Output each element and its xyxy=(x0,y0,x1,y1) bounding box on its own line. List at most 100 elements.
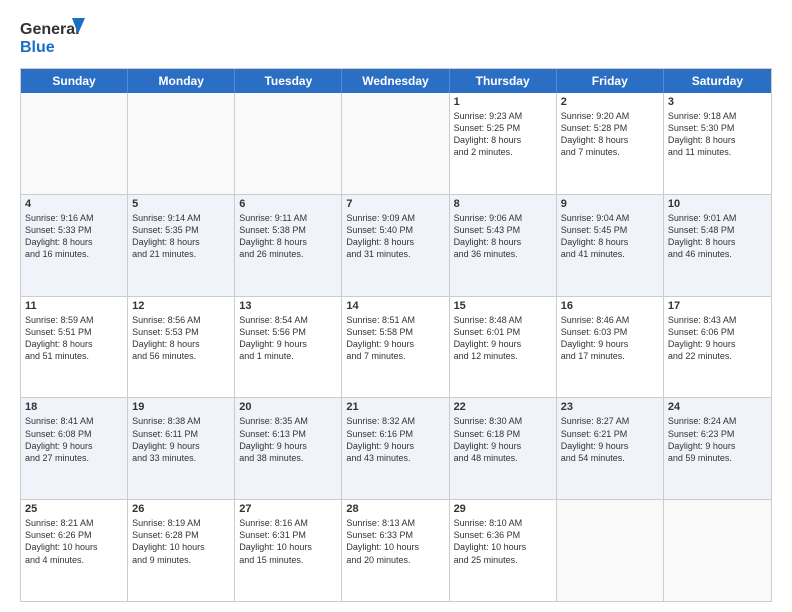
day-cell-22: 22 Sunrise: 8:30 AM Sunset: 6:18 PM Dayli… xyxy=(450,398,557,499)
day-info: Sunrise: 8:16 AM Sunset: 6:31 PM Dayligh… xyxy=(239,517,337,566)
day-cell-24: 24 Sunrise: 8:24 AM Sunset: 6:23 PM Dayli… xyxy=(664,398,771,499)
day-info: Sunrise: 8:48 AM Sunset: 6:01 PM Dayligh… xyxy=(454,314,552,363)
day-cell-10: 10Sunrise: 9:01 AM Sunset: 5:48 PM Dayli… xyxy=(664,195,771,296)
day-number: 5 xyxy=(132,198,230,210)
day-number: 9 xyxy=(561,198,659,210)
calendar-row-0: 1 Sunrise: 9:23 AM Sunset: 5:25 PM Daylig… xyxy=(21,93,771,195)
calendar: SundayMondayTuesdayWednesdayThursdayFrid… xyxy=(20,68,772,602)
day-number: 12 xyxy=(132,300,230,312)
header: GeneralBlue xyxy=(20,16,772,58)
day-cell-7: 7 Sunrise: 9:09 AM Sunset: 5:40 PM Daylig… xyxy=(342,195,449,296)
day-number: 3 xyxy=(668,96,767,108)
day-info: Sunrise: 9:20 AM Sunset: 5:28 PM Dayligh… xyxy=(561,110,659,159)
day-info: Sunrise: 8:19 AM Sunset: 6:28 PM Dayligh… xyxy=(132,517,230,566)
empty-cell xyxy=(342,93,449,194)
day-cell-11: 11 Sunrise: 8:59 AM Sunset: 5:51 PM Dayli… xyxy=(21,297,128,398)
day-number: 21 xyxy=(346,401,444,413)
day-cell-15: 15 Sunrise: 8:48 AM Sunset: 6:01 PM Dayli… xyxy=(450,297,557,398)
day-info: Sunrise: 9:14 AM Sunset: 5:35 PM Dayligh… xyxy=(132,212,230,261)
day-info: Sunrise: 8:30 AM Sunset: 6:18 PM Dayligh… xyxy=(454,415,552,464)
day-number: 8 xyxy=(454,198,552,210)
header-day-friday: Friday xyxy=(557,69,664,93)
header-day-wednesday: Wednesday xyxy=(342,69,449,93)
day-info: Sunrise: 9:01 AM Sunset: 5:48 PM Dayligh… xyxy=(668,212,767,261)
day-info: Sunrise: 9:11 AM Sunset: 5:38 PM Dayligh… xyxy=(239,212,337,261)
day-info: Sunrise: 8:27 AM Sunset: 6:21 PM Dayligh… xyxy=(561,415,659,464)
day-info: Sunrise: 8:51 AM Sunset: 5:58 PM Dayligh… xyxy=(346,314,444,363)
day-info: Sunrise: 8:10 AM Sunset: 6:36 PM Dayligh… xyxy=(454,517,552,566)
day-cell-27: 27 Sunrise: 8:16 AM Sunset: 6:31 PM Dayli… xyxy=(235,500,342,601)
day-info: Sunrise: 8:38 AM Sunset: 6:11 PM Dayligh… xyxy=(132,415,230,464)
day-info: Sunrise: 8:13 AM Sunset: 6:33 PM Dayligh… xyxy=(346,517,444,566)
day-cell-21: 21Sunrise: 8:32 AM Sunset: 6:16 PM Dayli… xyxy=(342,398,449,499)
header-day-sunday: Sunday xyxy=(21,69,128,93)
day-cell-19: 19 Sunrise: 8:38 AM Sunset: 6:11 PM Dayli… xyxy=(128,398,235,499)
day-info: Sunrise: 8:43 AM Sunset: 6:06 PM Dayligh… xyxy=(668,314,767,363)
day-number: 11 xyxy=(25,300,123,312)
day-number: 22 xyxy=(454,401,552,413)
day-number: 19 xyxy=(132,401,230,413)
day-number: 17 xyxy=(668,300,767,312)
empty-cell xyxy=(235,93,342,194)
day-number: 13 xyxy=(239,300,337,312)
day-info: Sunrise: 9:23 AM Sunset: 5:25 PM Dayligh… xyxy=(454,110,552,159)
calendar-body: 1 Sunrise: 9:23 AM Sunset: 5:25 PM Daylig… xyxy=(21,93,771,601)
empty-cell xyxy=(664,500,771,601)
day-info: Sunrise: 8:24 AM Sunset: 6:23 PM Dayligh… xyxy=(668,415,767,464)
day-cell-8: 8 Sunrise: 9:06 AM Sunset: 5:43 PM Daylig… xyxy=(450,195,557,296)
empty-cell xyxy=(557,500,664,601)
day-info: Sunrise: 8:35 AM Sunset: 6:13 PM Dayligh… xyxy=(239,415,337,464)
calendar-row-1: 4 Sunrise: 9:16 AM Sunset: 5:33 PM Daylig… xyxy=(21,195,771,297)
day-number: 23 xyxy=(561,401,659,413)
header-day-tuesday: Tuesday xyxy=(235,69,342,93)
day-cell-6: 6 Sunrise: 9:11 AM Sunset: 5:38 PM Daylig… xyxy=(235,195,342,296)
svg-text:Blue: Blue xyxy=(20,39,55,56)
day-info: Sunrise: 8:54 AM Sunset: 5:56 PM Dayligh… xyxy=(239,314,337,363)
day-info: Sunrise: 8:46 AM Sunset: 6:03 PM Dayligh… xyxy=(561,314,659,363)
day-cell-28: 28Sunrise: 8:13 AM Sunset: 6:33 PM Dayli… xyxy=(342,500,449,601)
day-number: 20 xyxy=(239,401,337,413)
logo: GeneralBlue xyxy=(20,16,90,58)
day-cell-29: 29 Sunrise: 8:10 AM Sunset: 6:36 PM Dayli… xyxy=(450,500,557,601)
day-cell-1: 1 Sunrise: 9:23 AM Sunset: 5:25 PM Daylig… xyxy=(450,93,557,194)
day-cell-13: 13 Sunrise: 8:54 AM Sunset: 5:56 PM Dayli… xyxy=(235,297,342,398)
day-info: Sunrise: 8:56 AM Sunset: 5:53 PM Dayligh… xyxy=(132,314,230,363)
day-cell-17: 17 Sunrise: 8:43 AM Sunset: 6:06 PM Dayli… xyxy=(664,297,771,398)
day-info: Sunrise: 8:59 AM Sunset: 5:51 PM Dayligh… xyxy=(25,314,123,363)
day-cell-18: 18Sunrise: 8:41 AM Sunset: 6:08 PM Dayli… xyxy=(21,398,128,499)
day-info: Sunrise: 9:09 AM Sunset: 5:40 PM Dayligh… xyxy=(346,212,444,261)
day-cell-20: 20 Sunrise: 8:35 AM Sunset: 6:13 PM Dayli… xyxy=(235,398,342,499)
day-number: 14 xyxy=(346,300,444,312)
day-number: 2 xyxy=(561,96,659,108)
day-info: Sunrise: 9:16 AM Sunset: 5:33 PM Dayligh… xyxy=(25,212,123,261)
day-number: 29 xyxy=(454,503,552,515)
day-number: 25 xyxy=(25,503,123,515)
header-day-thursday: Thursday xyxy=(450,69,557,93)
day-info: Sunrise: 9:06 AM Sunset: 5:43 PM Dayligh… xyxy=(454,212,552,261)
day-number: 15 xyxy=(454,300,552,312)
day-number: 27 xyxy=(239,503,337,515)
day-cell-9: 9Sunrise: 9:04 AM Sunset: 5:45 PM Daylig… xyxy=(557,195,664,296)
day-cell-2: 2 Sunrise: 9:20 AM Sunset: 5:28 PM Daylig… xyxy=(557,93,664,194)
calendar-row-3: 18Sunrise: 8:41 AM Sunset: 6:08 PM Dayli… xyxy=(21,398,771,500)
day-cell-5: 5 Sunrise: 9:14 AM Sunset: 5:35 PM Daylig… xyxy=(128,195,235,296)
day-cell-12: 12 Sunrise: 8:56 AM Sunset: 5:53 PM Dayli… xyxy=(128,297,235,398)
logo-icon: GeneralBlue xyxy=(20,16,90,58)
header-day-saturday: Saturday xyxy=(664,69,771,93)
day-info: Sunrise: 8:21 AM Sunset: 6:26 PM Dayligh… xyxy=(25,517,123,566)
page: GeneralBlue SundayMondayTuesdayWednesday… xyxy=(0,0,792,612)
day-info: Sunrise: 9:18 AM Sunset: 5:30 PM Dayligh… xyxy=(668,110,767,159)
day-number: 16 xyxy=(561,300,659,312)
day-cell-14: 14 Sunrise: 8:51 AM Sunset: 5:58 PM Dayli… xyxy=(342,297,449,398)
day-number: 24 xyxy=(668,401,767,413)
day-cell-3: 3 Sunrise: 9:18 AM Sunset: 5:30 PM Daylig… xyxy=(664,93,771,194)
day-number: 1 xyxy=(454,96,552,108)
day-number: 4 xyxy=(25,198,123,210)
day-number: 7 xyxy=(346,198,444,210)
day-cell-26: 26Sunrise: 8:19 AM Sunset: 6:28 PM Dayli… xyxy=(128,500,235,601)
calendar-row-2: 11 Sunrise: 8:59 AM Sunset: 5:51 PM Dayli… xyxy=(21,297,771,399)
calendar-row-4: 25 Sunrise: 8:21 AM Sunset: 6:26 PM Dayli… xyxy=(21,500,771,601)
day-number: 6 xyxy=(239,198,337,210)
day-cell-23: 23 Sunrise: 8:27 AM Sunset: 6:21 PM Dayli… xyxy=(557,398,664,499)
empty-cell xyxy=(21,93,128,194)
